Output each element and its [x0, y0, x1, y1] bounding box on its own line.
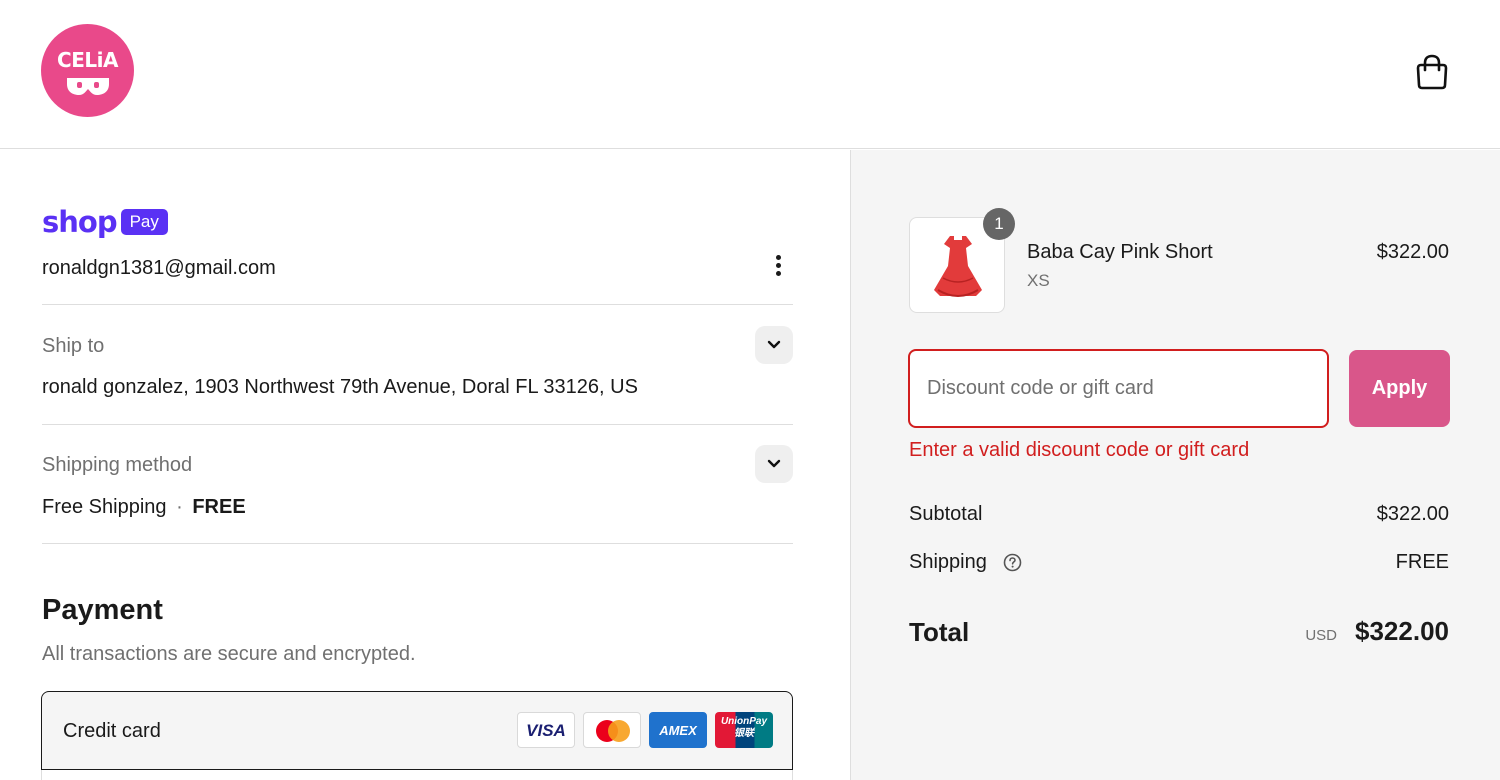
page-header: CELiA — [0, 0, 1500, 149]
product-name: Baba Cay Pink Short — [1027, 241, 1213, 263]
credit-card-option[interactable]: Credit card VISA AMEX UnionPay 银联 — [41, 691, 793, 770]
ship-to-expand-button[interactable] — [755, 326, 793, 364]
total-label: Total — [909, 617, 970, 647]
subtotal-label: Subtotal — [909, 503, 983, 525]
unionpay-icon: UnionPay 银联 — [715, 712, 773, 748]
contact-email: ronaldgn1381@gmail.com — [42, 257, 276, 279]
shop-pay-badge: Pay — [120, 209, 168, 235]
product-variant: XS — [1027, 271, 1050, 290]
chevron-down-icon — [767, 459, 781, 468]
card-brand-icons: VISA AMEX UnionPay 银联 — [517, 712, 773, 748]
shipping-method-name: Free Shipping — [42, 496, 167, 518]
visa-icon: VISA — [517, 712, 575, 748]
discount-code-input[interactable] — [908, 349, 1329, 428]
divider — [42, 304, 793, 305]
apply-discount-button[interactable]: Apply — [1349, 350, 1450, 427]
ship-to-label: Ship to — [42, 335, 105, 357]
logo-text: CELiA — [57, 48, 118, 72]
payment-subtitle: All transactions are secure and encrypte… — [42, 643, 416, 665]
mask-icon — [67, 78, 109, 95]
ship-to-address: ronald gonzalez, 1903 Northwest 79th Ave… — [42, 376, 638, 398]
chevron-down-icon — [767, 340, 781, 349]
payment-title: Payment — [42, 594, 163, 626]
shipping-value: FREE — [1395, 551, 1449, 573]
total-value: $322.00 — [1355, 616, 1449, 646]
help-circle-icon[interactable] — [1003, 553, 1022, 572]
payment-panel-continuation — [41, 770, 793, 780]
shop-pay-word: shop — [42, 205, 118, 239]
shopping-bag-icon[interactable] — [1412, 52, 1452, 92]
divider — [42, 424, 793, 425]
quantity-badge: 1 — [983, 208, 1015, 240]
divider — [42, 543, 793, 544]
shipping-method-price: FREE — [192, 496, 246, 518]
shipping-method-value: Free Shipping · FREE — [42, 496, 246, 519]
separator: · — [176, 496, 183, 518]
vertical-dots-icon[interactable] — [766, 252, 790, 280]
mastercard-icon — [583, 712, 641, 748]
shop-pay-logo: shop Pay — [42, 205, 168, 239]
shipping-method-expand-button[interactable] — [755, 445, 793, 483]
discount-error-message: Enter a valid discount code or gift card — [909, 439, 1250, 461]
shipping-label: Shipping — [909, 551, 987, 573]
subtotal-value: $322.00 — [1376, 503, 1449, 525]
shipping-method-label: Shipping method — [42, 454, 193, 476]
celia-logo[interactable]: CELiA — [41, 24, 134, 117]
credit-card-label: Credit card — [63, 720, 161, 742]
product-price: $322.00 — [1376, 241, 1449, 263]
amex-icon: AMEX — [649, 712, 707, 748]
total-currency: USD — [1305, 627, 1337, 644]
